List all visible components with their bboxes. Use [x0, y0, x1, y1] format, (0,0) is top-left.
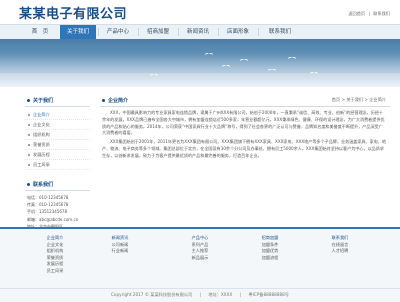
- seagull-icon: [240, 59, 248, 62]
- site-logo[interactable]: 某某电子有限公司: [19, 3, 127, 22]
- home-link[interactable]: 返回首页: [348, 11, 365, 16]
- nav-franchise[interactable]: 招商加盟: [140, 25, 176, 39]
- seagull-icon: [222, 65, 230, 68]
- header: 某某电子有限公司 返回首页 | 联系我们: [0, 0, 400, 24]
- footer-link[interactable]: 组织机构: [25, 248, 85, 255]
- sidebar-contact-title: 联系我们: [25, 180, 90, 191]
- page-title: 企业简介: [102, 97, 128, 104]
- copyright-separator: |: [239, 292, 242, 297]
- footer-link[interactable]: 联系我们: [310, 235, 370, 242]
- footer-link[interactable]: 招商加盟: [240, 235, 300, 242]
- main-nav: 首 页 关于我们 产品中心 招商加盟 新闻资讯 店面形象 联系我们: [0, 24, 400, 40]
- footer-column-news: 新闻资讯 公司新闻 行业新闻: [90, 235, 150, 255]
- nav-divider: [98, 28, 99, 36]
- footer-link[interactable]: 员工风采: [25, 268, 85, 275]
- contact-link[interactable]: 联系我们: [373, 11, 390, 16]
- banner-sea: [0, 73, 400, 87]
- footer-link[interactable]: 产品中心: [170, 235, 230, 242]
- footer-address: 地址：XXXX: [208, 292, 233, 297]
- nav-about[interactable]: 关于我们: [60, 25, 96, 39]
- contact-fax: 传真：010-12345678: [27, 202, 69, 208]
- nav-contact[interactable]: 联系我们: [262, 25, 298, 39]
- footer-link[interactable]: 加盟优势: [240, 248, 300, 255]
- main-content: XXX，中国最具影响力的专业家具家电连锁品牌，隶属于广州XXX有限公司，始创于2…: [102, 110, 386, 162]
- sidebar-item-honors[interactable]: 荣誉资质: [25, 140, 90, 150]
- nav-products[interactable]: 产品中心: [100, 25, 136, 39]
- breadcrumb-bar: 企业简介 首页 > 关于我们 > 企业简介: [100, 96, 390, 107]
- nav-news[interactable]: 新闻资讯: [180, 25, 216, 39]
- footer: 企业简介 企业文化 组织机构 荣誉资质 发展历程 员工风采 新闻资讯 公司新闻 …: [0, 227, 400, 302]
- sidebar-item-staff[interactable]: 员工风采: [25, 160, 90, 170]
- footer-link[interactable]: 新闻资讯: [90, 235, 150, 242]
- seagull-icon: [268, 69, 276, 72]
- nav-stores[interactable]: 店面形象: [220, 25, 256, 39]
- footer-link[interactable]: 人才招聘: [310, 248, 370, 255]
- nav-divider: [218, 28, 219, 36]
- nav-home[interactable]: 首 页: [22, 25, 58, 39]
- sidebar-item-profile[interactable]: 企业简介: [25, 110, 90, 120]
- footer-column-contact: 联系我们 在线留言 人才招聘: [310, 235, 370, 255]
- footer-link[interactable]: 主人推荐: [170, 248, 230, 255]
- copyright: Copyright 2017 © 某某科技股份有限公司 | 地址：XXXX | …: [0, 288, 400, 298]
- contact-email: 邮箱：abc@abcde.com.cn: [27, 216, 79, 222]
- sidebar-item-history[interactable]: 发展历程: [25, 150, 90, 160]
- footer-column-about: 企业简介 企业文化 组织机构 荣誉资质 发展历程 员工风采: [25, 235, 85, 275]
- contact-phone: 电话：010-12345678: [27, 195, 69, 200]
- nav-divider: [178, 28, 179, 36]
- footer-link[interactable]: 企业简介: [25, 235, 85, 242]
- footer-link[interactable]: 行业新闻: [90, 248, 150, 255]
- sidebar-item-organization[interactable]: 组织机构: [25, 130, 90, 140]
- footer-link[interactable]: 新品展示: [170, 255, 230, 262]
- copyright-separator: |: [199, 292, 201, 297]
- content-paragraph: XXX集团始创于2001年，2011年更名为XXX集团有限公司。XXX集团旗下拥…: [102, 139, 386, 158]
- link-separator: |: [368, 11, 370, 16]
- nav-divider: [258, 28, 259, 36]
- nav-divider: [138, 28, 139, 36]
- content-paragraph: XXX，中国最具影响力的专业家具家电连锁品牌，隶属于广州XXX有限公司，始创于2…: [102, 110, 385, 136]
- footer-link[interactable]: 发展历程: [25, 261, 85, 268]
- footer-column-products: 产品中心 系列产品 主人推荐 新品展示: [170, 235, 230, 261]
- copyright-text: Copyright 2017 © 某某科技股份有限公司: [110, 292, 193, 297]
- footer-link[interactable]: 加盟流程: [240, 255, 300, 262]
- seagull-icon: [150, 74, 158, 77]
- seagull-icon: [288, 57, 296, 60]
- seagull-icon: [310, 72, 318, 75]
- seagull-icon: [205, 53, 213, 56]
- contact-mobile: 手机：13512345678: [27, 209, 67, 215]
- footer-column-franchise: 招商加盟 加盟条件 加盟优势 加盟流程: [240, 235, 300, 261]
- sidebar-about-title: 关于我们: [25, 96, 90, 107]
- hero-banner: [0, 39, 400, 87]
- icp-number[interactable]: 粤ICP备88888888号: [248, 292, 289, 297]
- sidebar-menu: 企业简介 企业文化 组织机构 荣誉资质 发展历程 员工风采: [25, 110, 90, 170]
- breadcrumb[interactable]: 首页 > 关于我们 > 企业简介: [332, 97, 386, 103]
- sidebar-item-culture[interactable]: 企业文化: [25, 120, 90, 130]
- top-links: 返回首页 | 联系我们: [346, 11, 390, 17]
- page: 某某电子有限公司 返回首页 | 联系我们 首 页 关于我们 产品中心 招商加盟 …: [0, 0, 400, 302]
